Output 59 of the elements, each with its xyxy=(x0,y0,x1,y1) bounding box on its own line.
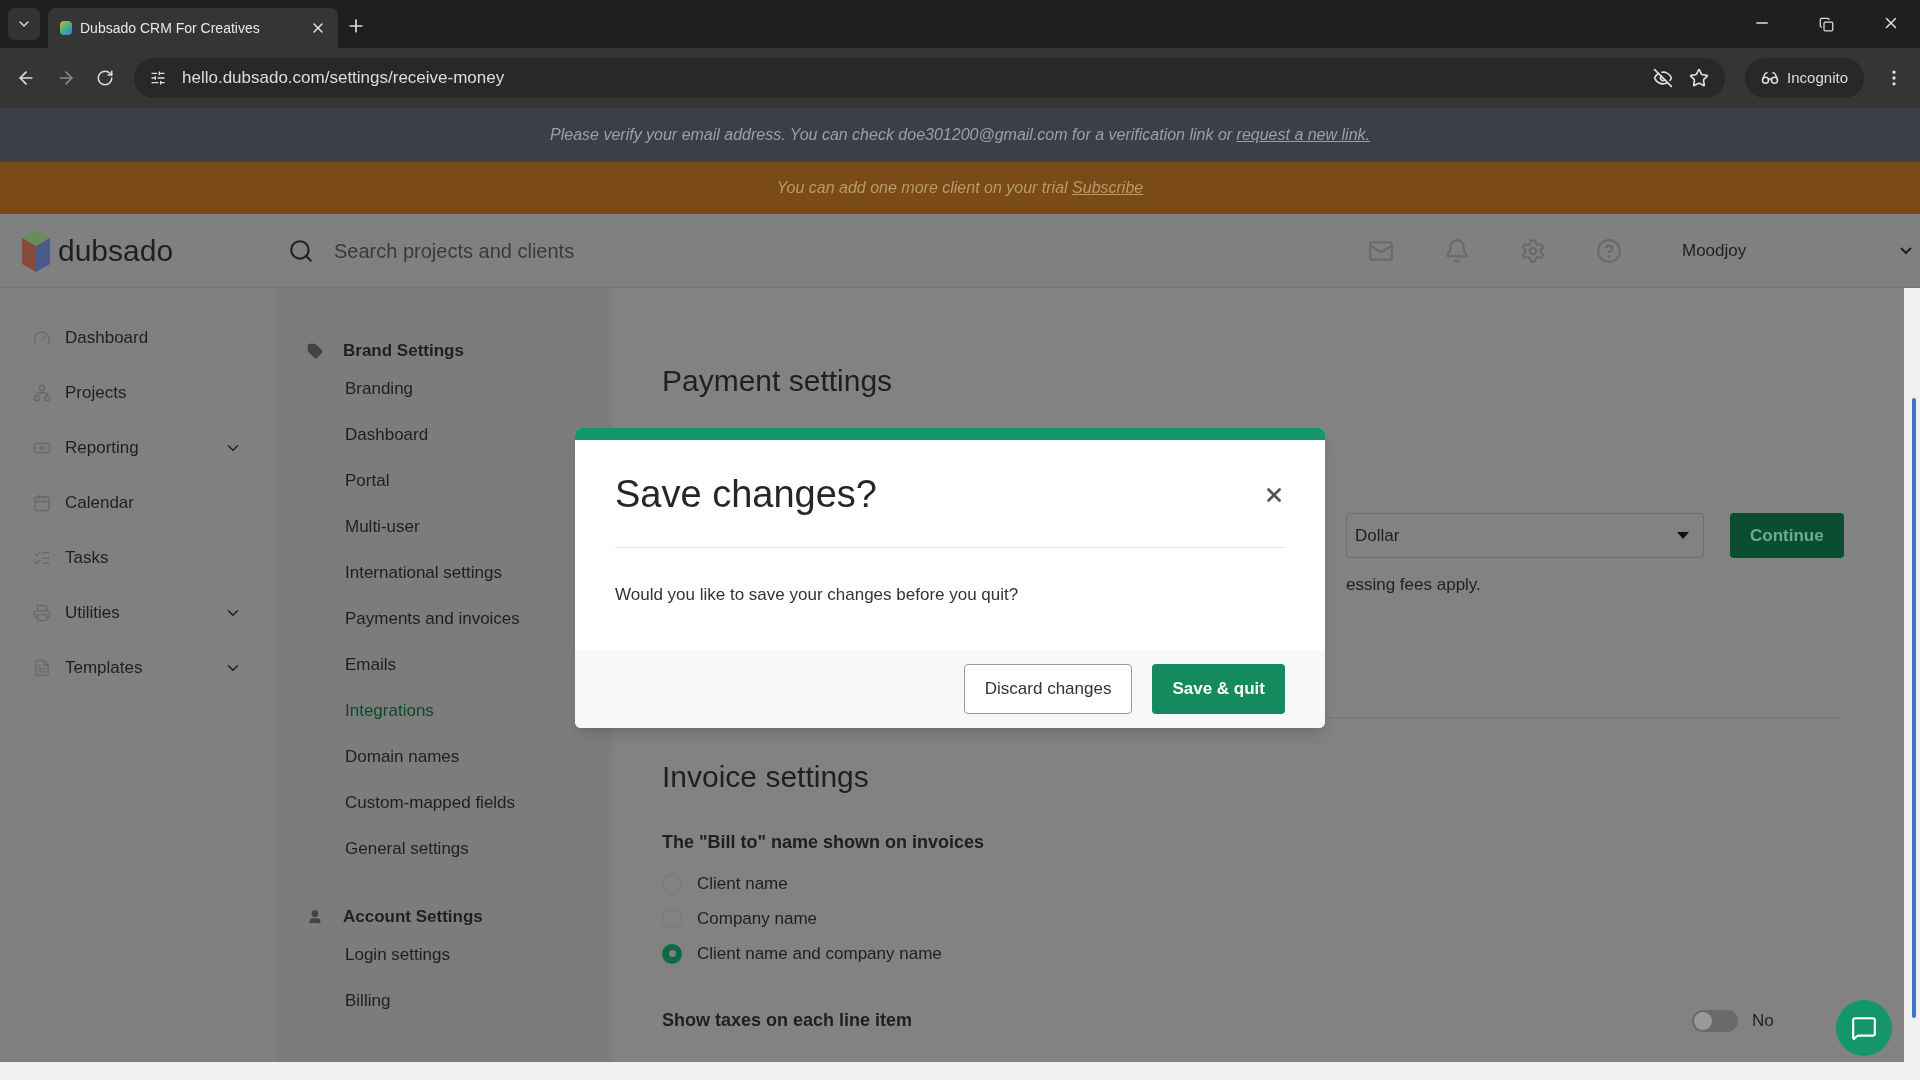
nav-item[interactable]: Calendar xyxy=(0,475,275,530)
logo-text: dubsado xyxy=(58,233,175,269)
nav-item[interactable]: Projects xyxy=(0,365,275,420)
settings-menu-item[interactable]: Custom-mapped fields xyxy=(275,792,612,838)
currency-select[interactable]: Dollar xyxy=(1346,513,1704,558)
incognito-button[interactable]: Incognito xyxy=(1745,58,1864,98)
radio-label: Client name xyxy=(697,872,788,895)
user-icon xyxy=(307,909,323,925)
site-settings-icon[interactable] xyxy=(150,70,166,86)
incognito-icon xyxy=(1761,69,1780,87)
subscribe-link[interactable]: Subscribe xyxy=(1072,179,1144,196)
fees-note: essing fees apply. xyxy=(1346,574,1481,596)
search-field[interactable]: Search projects and clients xyxy=(334,235,1034,266)
browser-tab[interactable]: Dubsado CRM For Creatives xyxy=(48,8,338,48)
settings-group-title: Account Settings xyxy=(275,904,612,930)
new-link-link[interactable]: request a new link. xyxy=(1236,126,1370,143)
trial-message: You can add one more client on your trial Subscribe xyxy=(776,178,1144,198)
user-menu[interactable]: Moodjoy xyxy=(1682,237,1912,264)
horizontal-scrollbar[interactable] xyxy=(0,1062,1920,1080)
section-title: Payment settings xyxy=(662,363,894,399)
field-label: The "Bill to" name shown on invoices xyxy=(662,831,986,854)
chat-icon xyxy=(1851,1015,1877,1041)
dialog-title: Save changes? xyxy=(615,472,877,517)
tab-list-button[interactable] xyxy=(8,8,40,40)
save-quit-button[interactable]: Save & quit xyxy=(1152,663,1285,714)
bookmark-star-icon[interactable] xyxy=(1689,68,1710,88)
nav-item[interactable]: Templates xyxy=(0,640,275,695)
settings-menu-item[interactable]: Domain names xyxy=(275,746,612,792)
chevron-icon xyxy=(1900,246,1912,255)
field-label: Show taxes on each line item xyxy=(662,1009,914,1032)
toggle-switch[interactable] xyxy=(1691,1009,1738,1032)
reload-icon[interactable] xyxy=(96,69,114,87)
search-icon[interactable] xyxy=(288,237,314,264)
section-title: Invoice settings xyxy=(662,759,870,795)
caret-icon xyxy=(1677,532,1689,539)
site-icon xyxy=(60,21,72,35)
eye-off-icon[interactable] xyxy=(1653,68,1674,88)
dialog-message: Would you like to save your changes before you quit? xyxy=(615,584,1020,606)
logo-icon xyxy=(22,229,50,272)
settings-menu-item[interactable]: Billing xyxy=(275,990,612,1036)
radio-button[interactable] xyxy=(662,943,682,964)
restore-icon[interactable] xyxy=(1819,17,1834,32)
radio-label: Client name and company name xyxy=(697,942,942,965)
radio-label: Company name xyxy=(697,907,817,930)
toggle-label: No xyxy=(1751,1009,1774,1032)
nav-item[interactable]: Reporting xyxy=(0,420,275,475)
discard-button[interactable]: Discard changes xyxy=(963,663,1133,714)
settings-menu-item[interactable]: Login settings xyxy=(275,944,612,990)
nav-item[interactable]: Utilities xyxy=(0,585,275,640)
address-bar[interactable]: hello.dubsado.com/settings/receive-money xyxy=(134,58,1726,98)
nav-item[interactable]: Tasks xyxy=(0,530,275,585)
verify-email-message: Please verify your email address. You can check doe301200@gmail.com for a verification link or request a new link. xyxy=(550,125,1370,145)
settings-menu-item[interactable]: General settings xyxy=(275,838,612,884)
tag-icon xyxy=(307,343,323,359)
nav-item[interactable]: Dashboard xyxy=(0,310,275,365)
settings-menu-item[interactable]: Branding xyxy=(275,378,612,424)
continue-button[interactable]: Continue xyxy=(1730,513,1844,558)
scrollbar-thumb[interactable] xyxy=(1911,398,1916,1018)
settings-group-title: Brand Settings xyxy=(275,338,612,364)
